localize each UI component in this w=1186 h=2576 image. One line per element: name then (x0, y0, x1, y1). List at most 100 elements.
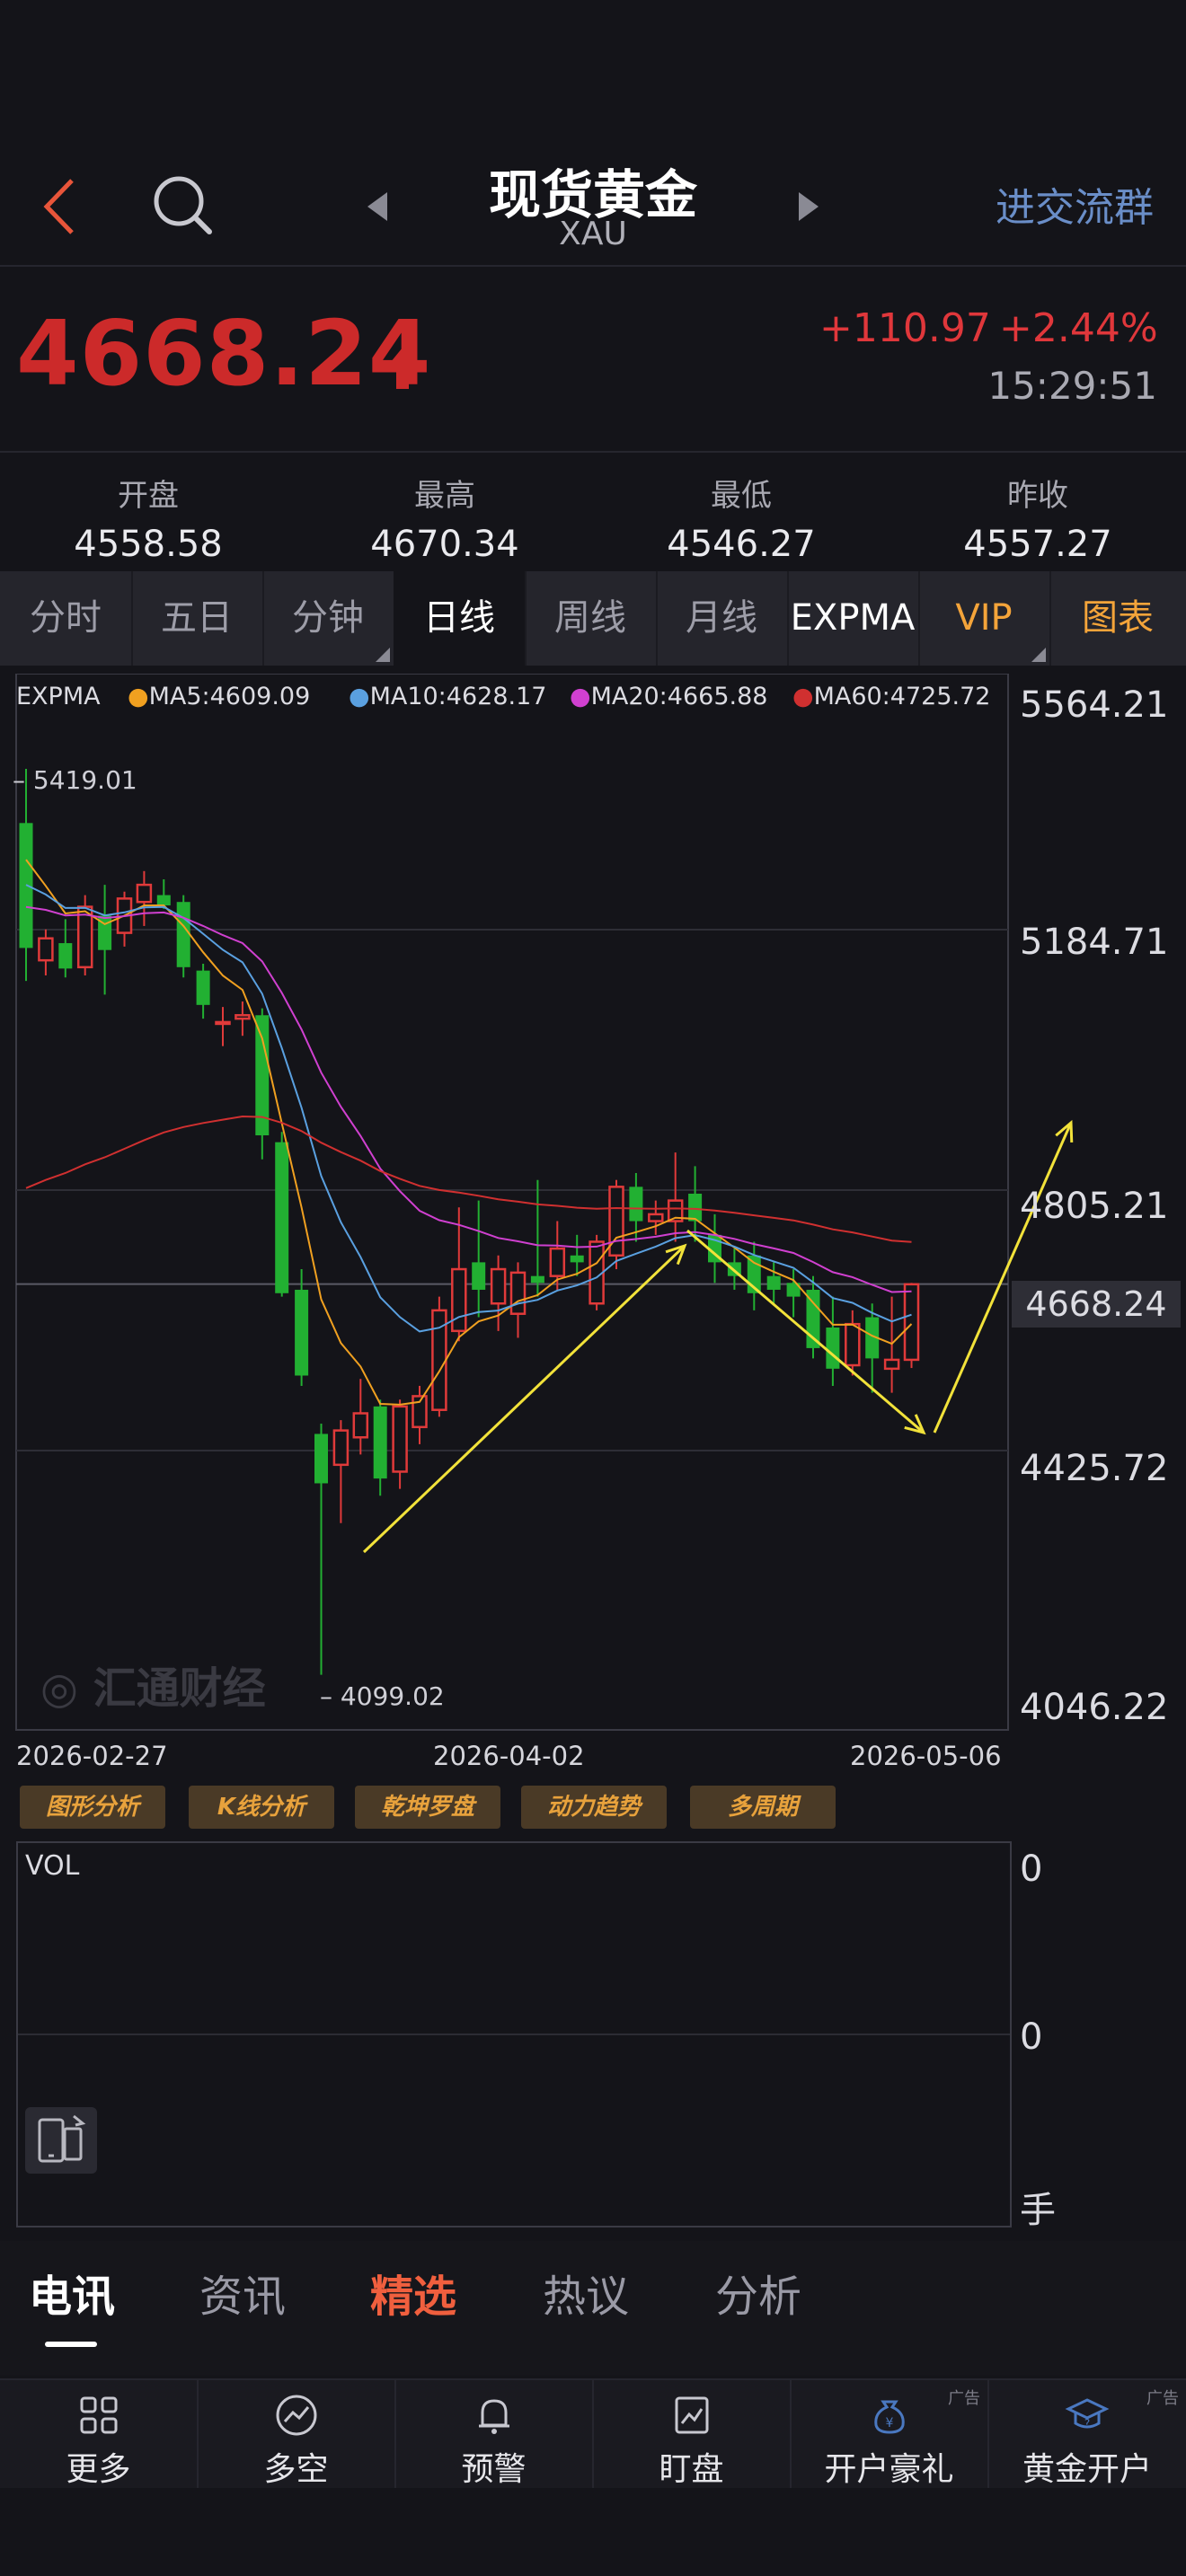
kline-chart[interactable] (0, 674, 1186, 1734)
tool-kline-analysis[interactable]: K线分析 (189, 1786, 334, 1829)
nav-account-gift[interactable]: 广告 ¥ 开户豪礼 (791, 2380, 989, 2488)
volume-label: VOL (25, 1850, 80, 1882)
nav-alert[interactable]: 预警 (395, 2380, 594, 2488)
ma60-line (25, 1115, 912, 1243)
price-change-percent: +2.44% (999, 305, 1158, 351)
ma10-dot-icon: ● (349, 683, 370, 710)
tab-vip[interactable]: VIP (918, 571, 1051, 666)
volume-unit: 手 (1020, 2190, 1056, 2231)
news-tab-featured[interactable]: 精选 (370, 2261, 456, 2324)
tool-compass[interactable]: 乾坤罗盘 (355, 1786, 500, 1829)
news-tab-info[interactable]: 资讯 (199, 2261, 286, 2324)
high-marker-value: 5419.01 (32, 765, 137, 795)
svg-text:¥: ¥ (885, 2416, 893, 2430)
watermark: ◎ 汇通财经 (40, 1653, 266, 1716)
candle-body (176, 902, 190, 967)
ma5-line (25, 859, 913, 1406)
candle-body (530, 1275, 544, 1284)
stat-value: 4557.27 (963, 524, 1112, 565)
legend-ma60: ●MA60:4725.72 (792, 683, 990, 710)
header-bar: 现货黄金 XAU 进交流群 (0, 135, 1186, 267)
next-instrument-icon[interactable] (795, 189, 822, 225)
active-tab-indicator (45, 2342, 97, 2347)
candle-body (136, 883, 153, 904)
candle-body (549, 1247, 566, 1277)
high-marker: – 5419.01 (13, 765, 137, 795)
y-tick-label: 4046.22 (1020, 1687, 1169, 1728)
legend-ma10-text: MA10:4628.17 (369, 683, 547, 710)
grid-icon (80, 2396, 117, 2434)
y-tick-label: 4425.72 (1020, 1448, 1169, 1489)
join-group-link[interactable]: 进交流群 (996, 175, 1154, 233)
bottom-nav: 更多 多空 预警 盯盘 广告 ¥ 开户豪礼 广告 ? 黄金开户 (0, 2378, 1186, 2488)
low-marker-value: 4099.02 (340, 1681, 445, 1711)
y-tick-label: 5184.71 (1020, 922, 1169, 963)
dropdown-corner-icon (376, 648, 390, 662)
candle-body (845, 1322, 861, 1367)
ma20-dot-icon: ● (570, 683, 591, 710)
candle-body (509, 1271, 527, 1315)
up-arrow-icon (386, 348, 419, 389)
tab-chart-settings[interactable]: 图表 (1049, 571, 1186, 666)
volume-axis-mid: 0 (1020, 2016, 1043, 2058)
x-tick-label: 2026-04-02 (433, 1741, 585, 1771)
tab-intraday[interactable]: 分时 (0, 571, 133, 666)
rotate-screen-button[interactable] (25, 2107, 97, 2174)
stat-prev-close: 昨收 4557.27 (890, 471, 1186, 565)
candle-body (903, 1283, 920, 1362)
annotation-arrow-down (686, 1229, 925, 1434)
watermark-text: 汇通财经 (93, 1663, 266, 1714)
tab-label: VIP (955, 597, 1013, 639)
nav-label: 开户豪礼 (824, 2451, 954, 2488)
legend-indicator: EXPMA (16, 683, 101, 710)
y-tick-label: 5564.21 (1020, 684, 1169, 726)
candle-body (766, 1275, 781, 1290)
tab-expma[interactable]: EXPMA (787, 571, 920, 666)
tab-minute[interactable]: 分钟 (262, 571, 395, 666)
volume-panel: VOL (16, 1841, 1012, 2228)
monitor-chart-icon (675, 2396, 708, 2434)
stat-low: 最低 4546.27 (593, 471, 890, 565)
tool-momentum[interactable]: 动力趋势 (521, 1786, 667, 1829)
tab-weekly[interactable]: 周线 (525, 571, 658, 666)
x-tick-label: 2026-02-27 (16, 1741, 168, 1771)
nav-label: 盯盘 (659, 2451, 724, 2488)
tab-monthly[interactable]: 月线 (656, 571, 789, 666)
news-tab-discussion[interactable]: 热议 (543, 2261, 629, 2324)
tab-five-day[interactable]: 五日 (131, 571, 264, 666)
volume-gridline (18, 2033, 1010, 2035)
ma60-dot-icon: ● (792, 683, 814, 710)
legend-ma5-text: MA5:4609.09 (148, 683, 311, 710)
price-change: +110.97 (819, 305, 991, 351)
candle-body (156, 895, 171, 906)
stat-value: 4670.34 (370, 524, 519, 565)
news-tabs: 电讯 资讯 精选 热议 分析 (0, 2241, 1186, 2376)
nav-watch[interactable]: 盯盘 (593, 2380, 792, 2488)
bell-icon (478, 2399, 509, 2434)
candle-body (648, 1213, 664, 1222)
candle-body (196, 970, 210, 1005)
legend-ma60-text: MA60:4725.72 (813, 683, 991, 710)
tab-daily[interactable]: 日线 (394, 571, 527, 666)
volume-axis-top: 0 (1020, 1848, 1043, 1890)
tool-pattern-analysis[interactable]: 图形分析 (20, 1786, 165, 1829)
nav-long-short[interactable]: 多空 (198, 2380, 396, 2488)
tab-label: 分钟 (292, 597, 364, 639)
x-tick-label: 2026-05-06 (850, 1741, 1002, 1771)
stat-label: 昨收 (1007, 478, 1068, 514)
nav-label: 预警 (461, 2451, 527, 2488)
ma20-line (25, 905, 912, 1293)
tool-multi-period[interactable]: 多周期 (690, 1786, 836, 1829)
news-tab-analysis[interactable]: 分析 (715, 2261, 801, 2324)
candle-body (826, 1327, 840, 1369)
candle-body (629, 1187, 643, 1222)
current-price: 4668.24 (16, 301, 432, 406)
news-tab-telegraph[interactable]: 电讯 (29, 2261, 115, 2324)
stat-open: 开盘 4558.58 (0, 471, 296, 565)
stat-high: 最高 4670.34 (296, 471, 593, 565)
nav-gold-account[interactable]: 广告 ? 黄金开户 (988, 2380, 1186, 2488)
annotation-arrow-projection (933, 1122, 1073, 1434)
nav-more[interactable]: 更多 (0, 2380, 199, 2488)
candle-body (275, 1142, 289, 1293)
candle-body (314, 1434, 328, 1484)
